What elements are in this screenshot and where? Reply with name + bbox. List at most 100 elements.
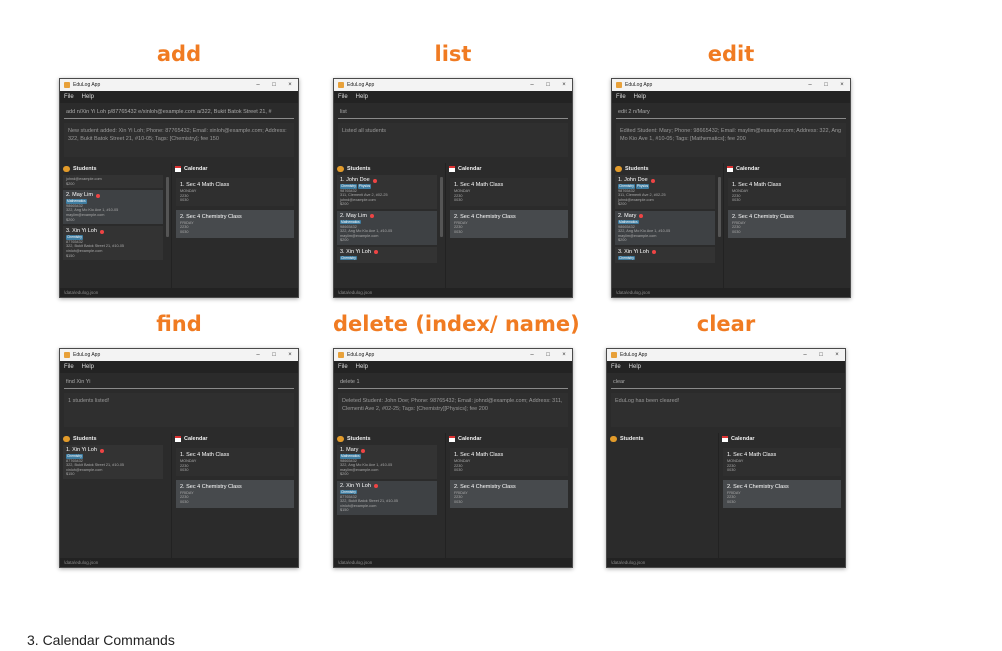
class-card[interactable]: 1. Sec 4 Math Class MONDAY 2230 0030 (723, 448, 841, 476)
student-card[interactable]: 2. Xin Yi Loh Chemistry 87765432 322, Bukit… (337, 480, 437, 515)
student-list-panel: Students 1. John Doe Chemistry Physics 98765… (334, 163, 446, 288)
minimize-icon[interactable]: – (802, 82, 818, 88)
student-name: 3. Xin Yi Loh (66, 228, 97, 235)
student-card[interactable]: 2. May Lim Mathematics 98665432 322, Ang Mo… (337, 210, 437, 245)
menu-item-help[interactable]: Help (356, 364, 368, 370)
menu-item-file[interactable]: File (611, 364, 621, 370)
class-name: 2. Sec 4 Chemistry Class (180, 213, 242, 220)
class-card[interactable]: 2. Sec 4 Chemistry Class FRIDAY 2230 0030 (176, 209, 294, 238)
class-name: 1. Sec 4 Math Class (454, 182, 504, 188)
students-icon (615, 166, 622, 172)
menu-item-file[interactable]: File (64, 94, 74, 100)
menu-item-help[interactable]: Help (82, 364, 94, 370)
menu-item-file[interactable]: File (616, 94, 626, 100)
menu-item-help[interactable]: Help (634, 94, 646, 100)
command-input[interactable]: edit 2 n/Mary (616, 105, 846, 119)
class-card[interactable]: 2. Sec 4 Chemistry Class FRIDAY 2230 0030 (176, 479, 294, 508)
minimize-icon[interactable]: – (250, 352, 266, 358)
calendar-icon (449, 166, 455, 172)
student-list-panel: Students 1. Mary Mathematics 98665432 322, A… (334, 433, 446, 558)
result-display: Listed all students (338, 123, 568, 157)
student-name-row: 1. Xin Yi Loh (66, 447, 160, 454)
class-card[interactable]: 2. Sec 4 Chemistry Class FRIDAY 2230 0030 (728, 209, 846, 238)
close-icon[interactable]: × (282, 82, 298, 88)
status-dot-icon (373, 484, 378, 489)
student-card[interactable]: 1. Xin Yi Loh Chemistry 87765432 322, Bukit… (63, 445, 163, 479)
class-card[interactable]: 1. Sec 4 Math Class MONDAY 2230 0030 (450, 178, 568, 206)
minimize-icon[interactable]: – (250, 82, 266, 88)
close-icon[interactable]: × (556, 352, 572, 358)
minimize-icon[interactable]: – (524, 82, 540, 88)
calendar-label: Calendar (736, 166, 760, 172)
class-card[interactable]: 1. Sec 4 Math Class MONDAY 2230 0030 (728, 178, 846, 206)
minimize-icon[interactable]: – (524, 352, 540, 358)
maximize-icon[interactable]: □ (266, 352, 282, 358)
app-logo-icon (64, 352, 70, 358)
command-input[interactable]: clear (611, 375, 841, 389)
menu-item-help[interactable]: Help (629, 364, 641, 370)
student-card[interactable]: 2. May Lim Mathematics 98665432 322, Ang Mo… (63, 190, 163, 225)
maximize-icon[interactable]: □ (813, 352, 829, 358)
calendar-icon (175, 166, 181, 172)
menu-item-file[interactable]: File (338, 364, 348, 370)
menu-item-help[interactable]: Help (82, 94, 94, 100)
command-heading: clear (696, 312, 756, 336)
student-card[interactable]: 3. Xin Yi Loh Chemistry (615, 246, 715, 263)
maximize-icon[interactable]: □ (266, 82, 282, 88)
calendar-header: Calendar (724, 163, 850, 175)
class-name: 2. Sec 4 Chemistry Class (180, 483, 242, 490)
status-dot-icon (639, 214, 644, 219)
app-logo-icon (611, 352, 617, 358)
command-input[interactable]: list (338, 105, 568, 119)
minimize-icon[interactable]: – (797, 352, 813, 358)
student-name: 1. Mary (340, 447, 359, 453)
students-icon (610, 436, 617, 442)
maximize-icon[interactable]: □ (818, 82, 834, 88)
class-detail: 0030 (727, 499, 736, 504)
class-card[interactable]: 2. Sec 4 Chemistry Class FRIDAY 2230 0030 (450, 479, 568, 508)
student-card[interactable]: 1. John Doe Chemistry Physics 98765432 311, … (337, 175, 437, 209)
class-detail: 0030 (727, 468, 736, 473)
student-card[interactable]: 2. Mary Mathematics 98665432 322, Ang Mo Ki… (615, 210, 715, 245)
scrollbar[interactable] (440, 177, 443, 237)
calendar-panel: Calendar 1. Sec 4 Math Class MONDAY 2230 003… (446, 433, 572, 558)
close-icon[interactable]: × (282, 352, 298, 358)
scrollbar[interactable] (166, 177, 169, 237)
class-card[interactable]: 1. Sec 4 Math Class MONDAY 2230 0030 (176, 448, 294, 476)
tag-badge: Chemistry (340, 184, 357, 189)
command-input[interactable]: add n/Xin Yi Loh p/87765432 e/xinloh@exa… (64, 105, 294, 119)
menu-item-help[interactable]: Help (356, 94, 368, 100)
student-card[interactable]: 3. Xin Yi Loh Chemistry 87765432 322, Bukit… (63, 226, 163, 261)
student-name-row: 3. Xin Yi Loh (66, 228, 160, 235)
command-input[interactable]: delete 1 (338, 375, 568, 389)
class-card[interactable]: 1. Sec 4 Math Class MONDAY 2230 0030 (450, 448, 568, 476)
class-card[interactable]: 2. Sec 4 Chemistry Class FRIDAY 2230 0030 (450, 209, 568, 238)
tag-badge: Mathematics (618, 219, 639, 225)
student-name: 1. John Doe (618, 177, 648, 183)
menu-item-file[interactable]: File (64, 364, 74, 370)
students-icon (337, 436, 344, 442)
maximize-icon[interactable]: □ (540, 352, 556, 358)
close-icon[interactable]: × (829, 352, 845, 358)
class-card[interactable]: 2. Sec 4 Chemistry Class FRIDAY 2230 0030 (723, 479, 841, 508)
tag-badge: Chemistry (66, 454, 83, 459)
title-bar: EduLog App – □ × (60, 349, 298, 361)
student-card[interactable]: 3. Xin Yi Loh Chemistry (337, 246, 437, 263)
menu-item-file[interactable]: File (338, 94, 348, 100)
scrollbar[interactable] (718, 177, 721, 237)
close-icon[interactable]: × (556, 82, 572, 88)
class-card[interactable]: 1. Sec 4 Math Class MONDAY 2230 0030 (176, 178, 294, 206)
close-icon[interactable]: × (834, 82, 850, 88)
status-dot-icon (369, 214, 374, 219)
student-card[interactable]: johnd@example.com $200 (63, 175, 163, 189)
student-card[interactable]: 1. John Doe Chemistry Physics 98765432 311, … (615, 175, 715, 209)
students-icon (63, 166, 70, 172)
student-card[interactable]: 1. Mary Mathematics 98665432 322, Ang Mo Ki… (337, 445, 437, 479)
menu-bar: File Help (612, 91, 850, 103)
maximize-icon[interactable]: □ (540, 82, 556, 88)
tag-badge: Physics (357, 184, 372, 189)
student-name: 3. Xin Yi Loh (340, 248, 371, 255)
command-input[interactable]: find Xin Yi (64, 375, 294, 389)
tag-row: Chemistry (618, 255, 712, 261)
calendar-icon (449, 436, 455, 442)
